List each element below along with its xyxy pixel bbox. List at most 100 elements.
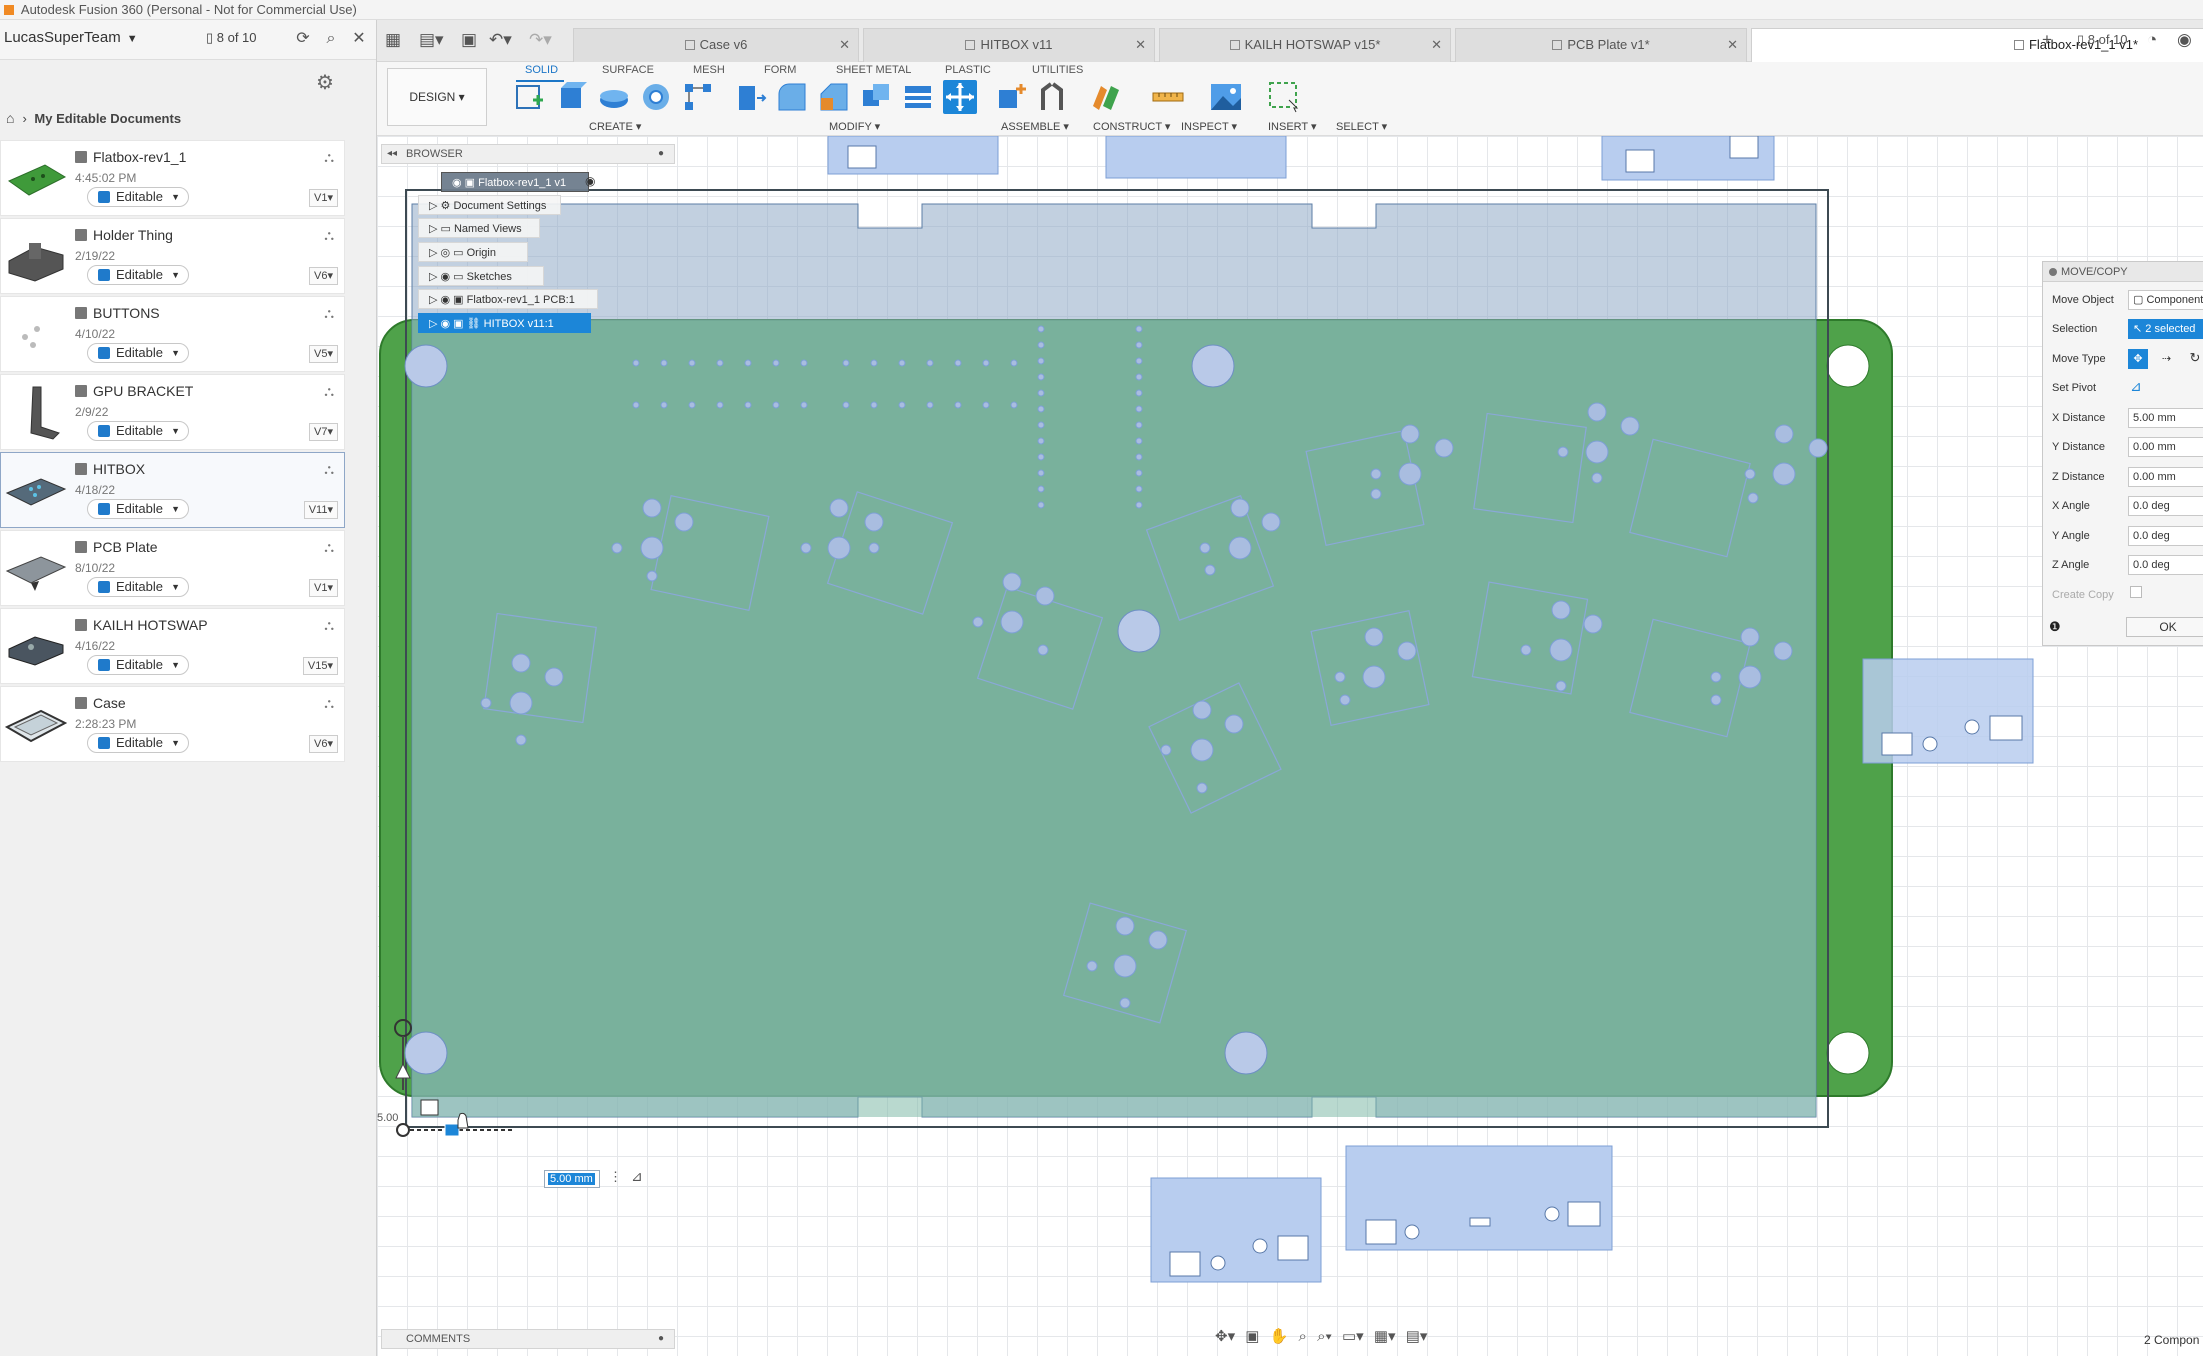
file-menu-icon[interactable]: ▤▾ [419,30,444,50]
pan-icon[interactable]: ✋ [1270,1328,1289,1345]
shell-icon[interactable] [901,80,935,114]
joint-icon[interactable] [1035,80,1069,114]
inspect-menu[interactable]: INSPECT ▾ [1181,120,1237,133]
editable-button[interactable]: Editable ▼ [87,343,189,363]
close-icon[interactable]: ✕ [1135,29,1146,61]
create-copy-checkbox[interactable] [2130,586,2142,598]
insert-menu[interactable]: INSERT ▾ [1268,120,1317,133]
grid-menu-icon[interactable]: ▦ [385,30,401,50]
measure-icon[interactable] [1151,80,1185,114]
offset-plane-icon[interactable] [1089,80,1123,114]
version-badge[interactable]: V1▾ [309,579,338,597]
tab-plastic[interactable]: PLASTIC [945,64,991,76]
browser-node-sketches[interactable]: ▷ ◉ ▭ Sketches [418,266,544,286]
display-settings-icon[interactable]: ▭▾ [1342,1328,1364,1345]
tab-sheet-metal[interactable]: SHEET METAL [836,64,911,76]
selection-field[interactable]: ↖ 2 selected [2128,319,2203,339]
pin-icon[interactable]: ● [658,145,664,163]
version-badge[interactable]: V5▾ [309,345,338,363]
tab-case[interactable]: Case v6 ✕ [573,28,859,62]
tab-surface[interactable]: SURFACE [602,64,654,76]
dialog-handle-icon[interactable] [2049,268,2057,276]
gear-icon[interactable]: ⚙ [316,70,334,95]
share-icon[interactable]: ⛬ [324,227,334,244]
orbit-icon[interactable]: ✥▾ [1215,1328,1235,1345]
team-selector[interactable]: LucasSuperTeam ▼ [4,29,138,46]
editable-button[interactable]: Editable ▼ [87,733,189,753]
tab-form[interactable]: FORM [764,64,796,76]
create-menu[interactable]: CREATE ▾ [589,120,641,133]
version-badge[interactable]: V11▾ [303,501,338,519]
eye-icon[interactable]: ◉ ▣ [452,177,478,189]
extrude-icon[interactable] [555,80,589,114]
refresh-icon[interactable]: ⟳ [292,28,314,50]
select-menu[interactable]: SELECT ▾ [1336,120,1387,133]
assemble-menu[interactable]: ASSEMBLE ▾ [1001,120,1069,133]
hole-icon[interactable] [639,80,673,114]
close-icon[interactable]: ✕ [1431,29,1442,61]
redo-icon[interactable]: ↷▾ [529,30,552,50]
editable-button[interactable]: Editable ▼ [87,187,189,207]
editable-button[interactable]: Editable ▼ [87,421,189,441]
workspace-switcher[interactable]: DESIGN ▾ [387,68,487,126]
share-icon[interactable]: ⛬ [324,539,334,556]
browser-panel-header[interactable]: ◂◂ BROWSER ● [381,144,675,164]
fit-icon[interactable]: ⌕▾ [1317,1328,1332,1345]
notification-icon[interactable]: ◉ [2177,30,2192,50]
new-component-icon[interactable] [995,80,1029,114]
x-distance-input[interactable]: 5.00 mm [2128,408,2203,428]
editable-button[interactable]: Editable ▼ [87,655,189,675]
document-item-pcb-plate[interactable]: PCB Plate 8/10/22 Editable ▼ ⛬ V1▾ [0,530,345,606]
tab-utilities[interactable]: UTILITIES [1032,64,1083,76]
combine-icon[interactable] [859,80,893,114]
version-badge[interactable]: V7▾ [309,423,338,441]
move-object-select[interactable]: ▢ Component [2128,290,2203,310]
browser-node-pcb[interactable]: ▷ ◉ ▣ Flatbox-rev1_1 PCB:1 [418,289,598,309]
close-icon[interactable]: ✕ [348,28,370,50]
share-icon[interactable]: ⛬ [324,617,334,634]
side-part[interactable] [1105,136,1287,179]
editable-button[interactable]: Editable ▼ [87,499,189,519]
more-options-icon[interactable]: ⋮ [609,1169,622,1185]
chamfer-icon[interactable] [817,80,851,114]
undo-icon[interactable]: ↶▾ [489,30,512,50]
zoom-icon[interactable]: ⌕ [1299,1328,1307,1345]
browser-root-node[interactable]: ◉ ▣ Flatbox-rev1_1 v1 [441,172,589,192]
viewports-icon[interactable]: ▤▾ [1406,1328,1428,1345]
tab-flatbox[interactable]: Flatbox-rev1_1 v1*✕ [1751,28,2203,62]
tab-hitbox[interactable]: HITBOX v11 ✕ [863,28,1155,62]
share-icon[interactable]: ⛬ [324,149,334,166]
search-icon[interactable]: ⌕ [320,28,342,50]
activate-radio-icon[interactable]: ◉ [585,174,595,188]
breadcrumb[interactable]: ⌂ › My Editable Documents [6,110,181,126]
version-badge[interactable]: V6▾ [309,735,338,753]
pattern-icon[interactable] [681,80,715,114]
distance-input[interactable]: 5.00 mm [544,1170,600,1188]
document-item-flatbox[interactable]: Flatbox-rev1_1 4:45:02 PM Editable ▼ ⛬ V1… [0,140,345,216]
select-window-icon[interactable] [1267,80,1301,114]
browser-node-named-views[interactable]: ▷ ▭ Named Views [418,218,540,238]
document-item-hitbox[interactable]: HITBOX 4/18/22 Editable ▼ ⛬ V11▾ [0,452,345,528]
origin-handle[interactable] [396,1123,410,1137]
share-icon[interactable]: ⛬ [324,695,334,712]
version-badge[interactable]: V6▾ [309,267,338,285]
close-icon[interactable]: ✕ [1727,29,1738,61]
fillet-icon[interactable] [775,80,809,114]
construct-menu[interactable]: CONSTRUCT ▾ [1093,120,1170,133]
version-badge[interactable]: V1▾ [309,189,338,207]
browser-node-hitbox[interactable]: ▷ ◉ ▣ ⛓ HITBOX v11:1 [418,313,591,333]
plane-handle[interactable] [420,1099,439,1116]
tab-mesh[interactable]: MESH [693,64,725,76]
save-icon[interactable]: ▣ [461,30,477,50]
pin-icon[interactable]: ● [658,1330,664,1348]
info-icon[interactable]: ❶ [2049,619,2061,635]
look-at-icon[interactable]: ▣ [1245,1328,1259,1345]
document-item-case[interactable]: Case 2:28:23 PM Editable ▼ ⛬ V6▾ [0,686,345,762]
document-item-holder-thing[interactable]: Holder Thing 2/19/22 Editable ▼ ⛬ V6▾ [0,218,345,294]
x-drag-handle[interactable] [444,1123,460,1137]
share-icon[interactable]: ⛬ [324,383,334,400]
tab-solid[interactable]: SOLID [525,64,558,76]
editable-button[interactable]: Editable ▼ [87,577,189,597]
move-copy-icon[interactable] [943,80,977,114]
z-distance-input[interactable]: 0.00 mm [2128,467,2203,487]
